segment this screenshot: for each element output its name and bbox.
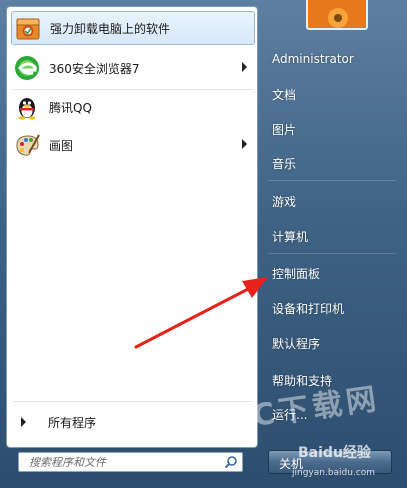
programs-pane: 强力卸载电脑上的软件 360安全浏览器7 腾讯QQ 画图 所有程序 bbox=[6, 6, 258, 448]
pinned-program-qq[interactable]: 腾讯QQ bbox=[11, 90, 255, 124]
link-games[interactable]: 游戏 bbox=[266, 189, 396, 213]
link-default-programs[interactable]: 默认程序 bbox=[266, 331, 396, 355]
pinned-program-paint[interactable]: 画图 bbox=[11, 128, 255, 162]
link-devices-printers[interactable]: 设备和打印机 bbox=[266, 296, 396, 320]
submenu-arrow-icon[interactable] bbox=[242, 62, 247, 72]
uninstaller-box-icon bbox=[14, 14, 42, 42]
expand-arrow-icon bbox=[21, 417, 26, 427]
paint-palette-icon bbox=[13, 131, 41, 159]
link-pictures[interactable]: 图片 bbox=[266, 117, 396, 141]
link-label: 图片 bbox=[272, 122, 297, 137]
link-computer[interactable]: 计算机 bbox=[266, 224, 396, 248]
program-label: 360安全浏览器7 bbox=[49, 61, 140, 76]
watermark-baidu-jingyan: Baidu经验 bbox=[298, 445, 371, 461]
start-menu: 强力卸载电脑上的软件 360安全浏览器7 腾讯QQ 画图 所有程序 搜索程序和文… bbox=[0, 0, 407, 488]
divider bbox=[268, 180, 396, 181]
link-label: 音乐 bbox=[272, 156, 297, 171]
link-music[interactable]: 音乐 bbox=[266, 151, 396, 175]
qq-penguin-icon bbox=[13, 93, 41, 121]
user-avatar[interactable] bbox=[306, 0, 368, 30]
pinned-program-uninstaller[interactable]: 强力卸载电脑上的软件 bbox=[11, 11, 255, 45]
browser-360-icon bbox=[13, 54, 41, 82]
pinned-program-360-browser[interactable]: 360安全浏览器7 bbox=[11, 51, 255, 85]
program-label: 强力卸载电脑上的软件 bbox=[50, 21, 171, 36]
link-label: 计算机 bbox=[272, 229, 309, 244]
link-control-panel[interactable]: 控制面板 bbox=[266, 261, 396, 285]
link-label: 游戏 bbox=[272, 194, 297, 209]
all-programs-button[interactable]: 所有程序 bbox=[15, 411, 251, 433]
all-programs-label: 所有程序 bbox=[48, 415, 97, 430]
program-label: 腾讯QQ bbox=[49, 100, 92, 115]
search-box[interactable] bbox=[18, 452, 243, 472]
link-label: 控制面板 bbox=[272, 266, 321, 281]
link-label: 默认程序 bbox=[272, 336, 321, 351]
link-label: 文档 bbox=[272, 87, 297, 102]
link-administrator[interactable]: Administrator bbox=[266, 47, 396, 71]
link-label: 设备和打印机 bbox=[272, 301, 345, 316]
link-documents[interactable]: 文档 bbox=[266, 82, 396, 106]
divider bbox=[268, 253, 396, 254]
link-label: Administrator bbox=[272, 52, 354, 66]
divider bbox=[13, 401, 253, 402]
submenu-arrow-icon[interactable] bbox=[242, 139, 247, 149]
program-label: 画图 bbox=[49, 138, 74, 153]
search-input[interactable] bbox=[19, 453, 229, 471]
watermark-url: jingyan.baidu.com bbox=[292, 468, 376, 478]
search-icon[interactable] bbox=[224, 455, 238, 469]
